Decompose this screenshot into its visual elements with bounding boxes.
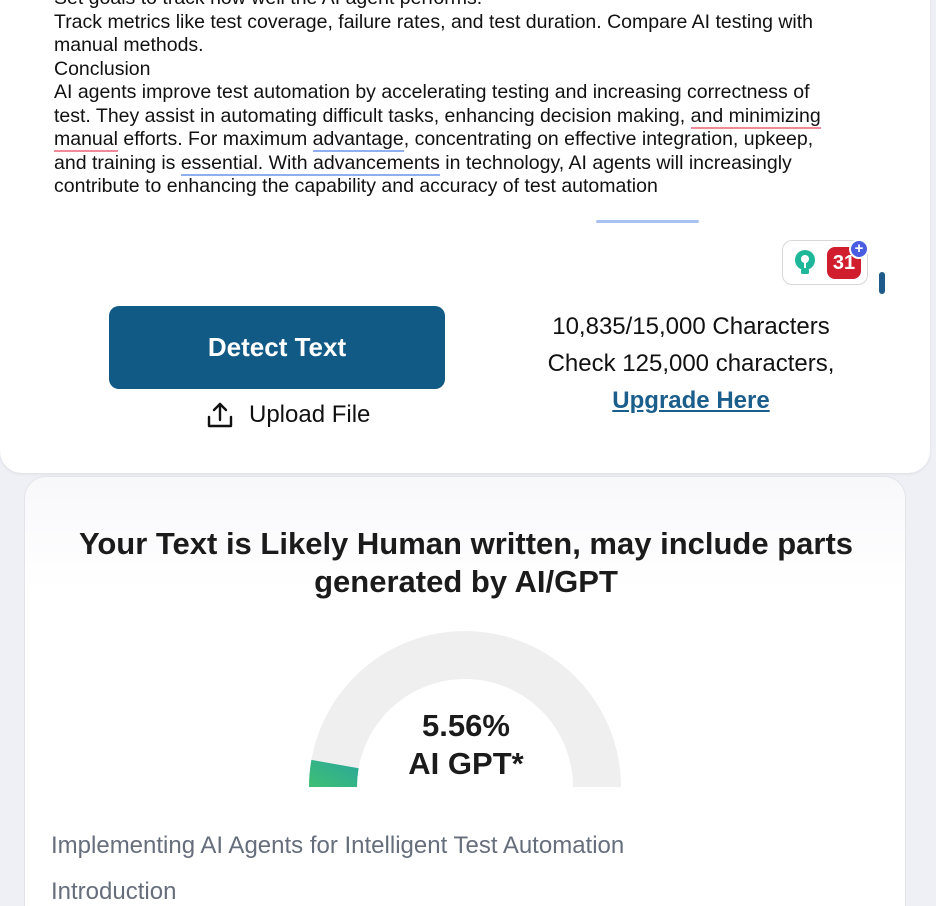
editor-text: Set goals to track how well the AI agent… bbox=[54, 0, 482, 9]
upgrade-link[interactable]: Upgrade Here bbox=[612, 387, 769, 414]
scrollbar-thumb[interactable] bbox=[879, 272, 885, 294]
upsell-text: Check 125,000 characters, bbox=[547, 350, 835, 377]
style-suggestion[interactable]: essential. With advancements bbox=[180, 151, 440, 176]
ai-percent: 5.56% bbox=[422, 708, 510, 743]
editor-text: Conclusion bbox=[54, 57, 151, 80]
result-title: Your Text is Likely Human written, may i… bbox=[25, 525, 907, 601]
grammar-suggestion[interactable]: manual bbox=[54, 128, 118, 152]
editor-text: Track metrics like test coverage, failur… bbox=[54, 10, 814, 33]
editor-line: Conclusion bbox=[54, 58, 884, 82]
editor-line: contribute to enhancing the capability a… bbox=[54, 175, 884, 199]
detect-text-button[interactable]: Detect Text bbox=[109, 306, 445, 389]
editor-text: and training is bbox=[54, 151, 181, 174]
text-editor[interactable]: Set goals to track how well the AI agent… bbox=[54, 0, 884, 199]
ai-label: AI GPT* bbox=[408, 746, 524, 781]
grammar-suggestion[interactable]: and minimizing bbox=[690, 104, 821, 129]
editor-text: , concentrating on effective integration… bbox=[403, 128, 814, 150]
character-usage: 10,835/15,000 Characters Check 125,000 c… bbox=[530, 308, 852, 419]
analyzed-text-preview: Implementing AI Agents for Intelligent T… bbox=[51, 823, 871, 906]
editor-line: Set goals to track how well the AI agent… bbox=[54, 0, 884, 11]
editor-text: efforts. For maximum bbox=[117, 128, 313, 150]
editor-text: manual methods. bbox=[54, 34, 204, 56]
editor-line: manual efforts. For maximum advantage, c… bbox=[54, 128, 884, 152]
result-card: Your Text is Likely Human written, may i… bbox=[24, 476, 906, 906]
editor-text: AI agents improve test automation by acc… bbox=[54, 81, 810, 103]
editor-line: manual methods. bbox=[54, 34, 884, 58]
editor-line: and training is essential. With advancem… bbox=[54, 151, 884, 176]
analyzed-line: Implementing AI Agents for Intelligent T… bbox=[51, 832, 625, 859]
editor-text: contribute to enhancing the capability a… bbox=[54, 175, 658, 197]
character-count: 10,835/15,000 Characters bbox=[552, 313, 830, 340]
lightbulb-icon bbox=[795, 250, 815, 274]
result-title-line: generated by AI/GPT bbox=[314, 564, 618, 599]
editor-text: in technology, AI agents will increasing… bbox=[439, 151, 792, 174]
ai-score-readout: 5.56% AI GPT* bbox=[25, 707, 907, 783]
editor-text: test. They assist in automating difficul… bbox=[54, 104, 691, 127]
style-suggestion[interactable]: advantage bbox=[312, 128, 404, 152]
writing-assistant-badge[interactable]: 31 + bbox=[782, 239, 869, 285]
suggestion-underline[interactable] bbox=[596, 220, 699, 223]
editor-line: test. They assist in automating difficul… bbox=[54, 104, 884, 129]
plus-icon: + bbox=[849, 239, 869, 259]
upload-file-button[interactable]: Upload File bbox=[205, 398, 370, 432]
editor-line: AI agents improve test automation by acc… bbox=[54, 81, 884, 105]
analyzed-line: Introduction bbox=[51, 878, 177, 905]
result-title-line: Your Text is Likely Human written, may i… bbox=[78, 526, 854, 561]
editor-line: Track metrics like test coverage, failur… bbox=[54, 11, 884, 35]
upload-icon bbox=[207, 402, 233, 428]
upload-file-label: Upload File bbox=[249, 401, 371, 428]
